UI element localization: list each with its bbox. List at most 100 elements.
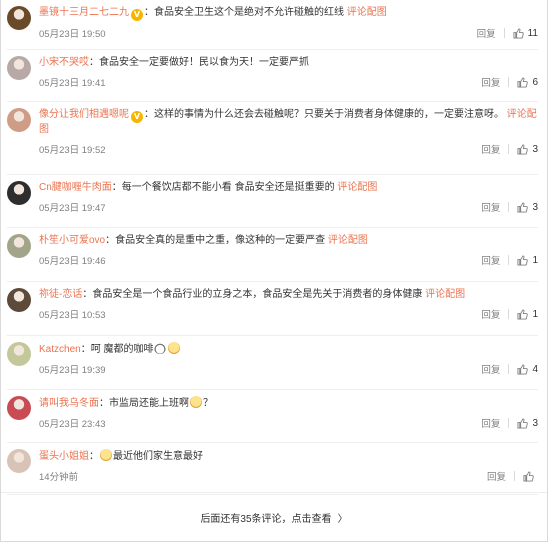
like-button[interactable]: 4 bbox=[517, 364, 538, 375]
comment-actions: 回复 6 bbox=[481, 75, 538, 90]
comment-meta: 05月23日 19:47 回复 3 bbox=[39, 200, 538, 215]
username-link[interactable]: 祢徒-恋话 bbox=[39, 289, 82, 300]
avatar[interactable] bbox=[7, 108, 31, 132]
like-count: 3 bbox=[532, 201, 538, 213]
comment-timestamp: 05月23日 19:46 bbox=[39, 256, 106, 267]
avatar[interactable] bbox=[7, 396, 31, 420]
action-divider bbox=[503, 28, 505, 38]
like-button[interactable]: 1 bbox=[517, 255, 538, 266]
thumbs-up-icon bbox=[517, 308, 529, 320]
comment-item: Cn腱咖喱牛肉面：每一个餐饮店都不能小看 食品安全还是挺重要的 评论配图 05月2… bbox=[7, 175, 538, 228]
thumbs-up-icon bbox=[517, 417, 529, 429]
comment-text-line: 墨镜十三月二七二九 V ：食品安全卫生这个是绝对不允许碰触的红线 评论配图 bbox=[39, 6, 538, 21]
reply-button[interactable]: 回复 bbox=[481, 142, 500, 156]
comment-image-link[interactable]: 评论配图 bbox=[328, 235, 368, 246]
comment-image-link[interactable]: 评论配图 bbox=[347, 7, 387, 18]
like-count: 6 bbox=[532, 76, 538, 88]
thumbs-up-icon bbox=[517, 143, 529, 155]
name-separator: ： bbox=[105, 235, 116, 246]
like-button[interactable]: 6 bbox=[517, 77, 538, 88]
like-button[interactable]: 11 bbox=[513, 28, 538, 39]
comment-body: 小宋不哭哎：食品安全一定要做好！民以食为天！一定要严抓 05月23日 19:41 回… bbox=[39, 56, 538, 101]
reply-button[interactable]: 回复 bbox=[481, 200, 500, 214]
username-link[interactable]: Cn腱咖喱牛肉面 bbox=[39, 182, 112, 193]
avatar[interactable] bbox=[7, 288, 31, 312]
like-count: 1 bbox=[532, 308, 538, 320]
reply-button[interactable]: 回复 bbox=[477, 26, 496, 40]
username-link[interactable]: 像分让我们相遇嗯呢 bbox=[39, 109, 129, 120]
username-link[interactable]: 朴笙小可爱ovo bbox=[39, 235, 105, 246]
name-separator: ： bbox=[89, 451, 99, 462]
laugh-emoji-icon bbox=[100, 449, 112, 461]
action-divider bbox=[514, 471, 515, 481]
comment-meta: 05月23日 23:43 回复 3 bbox=[39, 416, 538, 431]
comment-text-suffix: ？ bbox=[203, 398, 213, 409]
like-button[interactable]: 1 bbox=[517, 309, 538, 320]
comment-body: 像分让我们相遇嗯呢 V ：这样的事情为什么还会去碰触呢？只要关于消费者身体健康的，一… bbox=[39, 108, 538, 174]
avatar[interactable] bbox=[7, 56, 31, 80]
name-separator: ： bbox=[99, 398, 109, 409]
action-divider bbox=[508, 202, 510, 212]
more-comments-label: 后面还有35条评论，点击查看 bbox=[200, 513, 332, 525]
comment-body: Katzchen：呵 魔都的咖啡 05月23日 19:39 回复 4 bbox=[39, 342, 538, 389]
comment-text: 每一个餐饮店都不能小看 食品安全还是挺重要的 bbox=[121, 182, 335, 193]
avatar[interactable] bbox=[7, 181, 31, 205]
comment-actions: 回复 1 bbox=[481, 307, 538, 322]
avatar[interactable] bbox=[7, 234, 31, 258]
name-separator: ： bbox=[144, 109, 154, 120]
comment-timestamp: 14分钟前 bbox=[39, 472, 79, 483]
chevron-right-icon: 〉 bbox=[337, 513, 348, 525]
thumbs-up-icon bbox=[517, 201, 529, 213]
reply-button[interactable]: 回复 bbox=[481, 253, 500, 267]
username-link[interactable]: Katzchen bbox=[39, 344, 81, 355]
comment-text-line: Katzchen：呵 魔都的咖啡 bbox=[39, 342, 538, 357]
comment-actions: 回复 1 bbox=[481, 253, 538, 268]
comment-actions: 回复 3 bbox=[481, 142, 538, 157]
like-button[interactable]: 3 bbox=[517, 418, 538, 429]
thumbs-up-icon bbox=[517, 254, 529, 266]
comment-text: 食品安全真的是重中之重，像这种的一定要严查 bbox=[115, 235, 326, 246]
reply-button[interactable]: 回复 bbox=[487, 469, 506, 483]
comment-text-line: Cn腱咖喱牛肉面：每一个餐饮店都不能小看 食品安全还是挺重要的 评论配图 bbox=[39, 181, 538, 195]
action-divider bbox=[508, 364, 510, 374]
avatar[interactable] bbox=[7, 342, 31, 366]
username-link[interactable]: 请叫我乌冬面 bbox=[39, 398, 99, 409]
reply-button[interactable]: 回复 bbox=[481, 75, 500, 89]
username-link[interactable]: 蛋头小姐姐 bbox=[39, 451, 89, 462]
comment-text-line: 蛋头小姐姐： 最近他们家生意最好 bbox=[39, 449, 538, 464]
comment-timestamp: 05月23日 23:43 bbox=[39, 419, 106, 430]
like-button[interactable] bbox=[523, 470, 538, 482]
comment-item: 蛋头小姐姐： 最近他们家生意最好 14分钟前 回复 bbox=[7, 443, 538, 495]
username-link[interactable]: 小宋不哭哎 bbox=[39, 57, 89, 68]
action-divider bbox=[508, 77, 510, 87]
comment-text-line: 朴笙小可爱ovo：食品安全真的是重中之重，像这种的一定要严查 评论配图 bbox=[39, 234, 538, 248]
verified-badge-icon: V bbox=[131, 111, 143, 123]
username-link[interactable]: 墨镜十三月二七二九 bbox=[39, 7, 129, 18]
coffee-emoji-icon bbox=[154, 342, 167, 354]
avatar[interactable] bbox=[7, 449, 31, 473]
like-button[interactable]: 3 bbox=[517, 202, 538, 213]
like-button[interactable]: 3 bbox=[517, 144, 538, 155]
like-count: 3 bbox=[532, 417, 538, 429]
comment-item: Katzchen：呵 魔都的咖啡 05月23日 19:39 回复 4 bbox=[7, 336, 538, 390]
comment-meta: 05月23日 10:53 回复 1 bbox=[39, 307, 538, 322]
comment-meta: 05月23日 19:50 回复 11 bbox=[39, 26, 538, 41]
comment-text: 这样的事情为什么还会去碰触呢？只要关于消费者身体健康的，一定要注意呀。 bbox=[154, 109, 504, 120]
like-count: 4 bbox=[532, 363, 538, 375]
comment-meta: 05月23日 19:41 回复 6 bbox=[39, 75, 538, 90]
reply-button[interactable]: 回复 bbox=[481, 416, 500, 430]
comment-body: 蛋头小姐姐： 最近他们家生意最好 14分钟前 回复 bbox=[39, 449, 538, 494]
comment-body: 墨镜十三月二七二九 V ：食品安全卫生这个是绝对不允许碰触的红线 评论配图 05月23… bbox=[39, 6, 538, 49]
comment-image-link[interactable]: 评论配图 bbox=[337, 182, 377, 193]
avatar[interactable] bbox=[7, 6, 31, 30]
comment-body: 祢徒-恋话：食品安全是一个食品行业的立身之本，食品安全是先关于消费者的身体健康 … bbox=[39, 288, 538, 335]
comment-item: 祢徒-恋话：食品安全是一个食品行业的立身之本，食品安全是先关于消费者的身体健康 … bbox=[7, 282, 538, 336]
comment-image-link[interactable]: 评论配图 bbox=[425, 289, 465, 300]
name-separator: ： bbox=[111, 182, 122, 193]
more-comments-link[interactable]: 后面还有35条评论，点击查看 〉 bbox=[1, 492, 547, 541]
comment-text-line: 祢徒-恋话：食品安全是一个食品行业的立身之本，食品安全是先关于消费者的身体健康 … bbox=[39, 288, 538, 302]
reply-button[interactable]: 回复 bbox=[481, 307, 500, 321]
reply-button[interactable]: 回复 bbox=[481, 362, 500, 376]
like-count: 11 bbox=[527, 27, 538, 39]
like-count: 3 bbox=[532, 143, 538, 155]
